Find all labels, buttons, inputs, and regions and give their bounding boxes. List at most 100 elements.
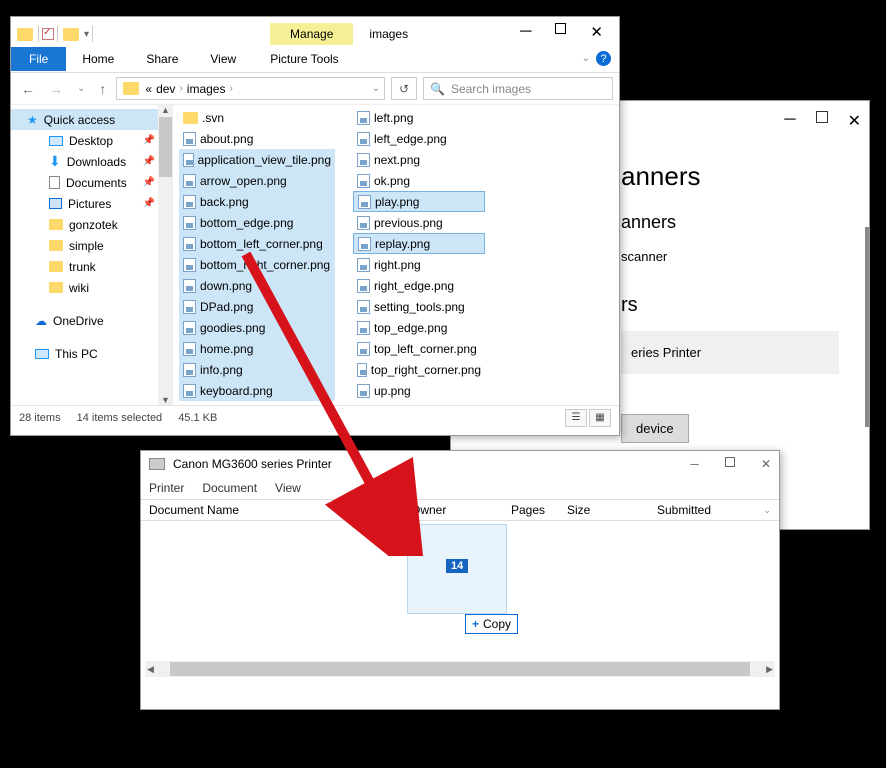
file-item[interactable]: home.png — [179, 338, 335, 359]
file-item[interactable]: right.png — [353, 254, 485, 275]
file-item[interactable]: top_left_corner.png — [353, 338, 485, 359]
tab-manage[interactable]: Manage — [270, 23, 353, 45]
tab-view[interactable]: View — [194, 47, 252, 71]
settings-close-button[interactable]: ✕ — [848, 111, 861, 131]
scrollbar-thumb[interactable] — [170, 662, 750, 676]
file-item[interactable]: up.png — [353, 380, 485, 401]
file-item[interactable]: arrow_open.png — [179, 170, 335, 191]
nav-back-button[interactable]: ← — [17, 79, 39, 99]
file-item[interactable]: bottom_right_corner.png — [179, 254, 335, 275]
sidebar-folder[interactable]: gonzotek — [11, 214, 173, 235]
file-item[interactable]: DPad.png — [179, 296, 335, 317]
scroll-right-icon[interactable]: ▶ — [764, 664, 775, 675]
nav-forward-button[interactable]: → — [45, 79, 67, 99]
breadcrumb-dropdown-icon[interactable]: ⌄ — [372, 83, 380, 94]
file-item[interactable]: about.png — [179, 128, 335, 149]
minimize-button[interactable]: ─ — [520, 23, 531, 41]
col-size[interactable]: Size — [559, 500, 649, 520]
refresh-button[interactable]: ↻ — [391, 77, 417, 100]
search-input[interactable]: 🔍 Search images — [423, 77, 613, 100]
sidebar-folder[interactable]: simple — [11, 235, 173, 256]
queue-horizontal-scrollbar[interactable]: ◀ ▶ — [145, 661, 775, 677]
menu-view[interactable]: View — [275, 481, 301, 495]
settings-printer-item[interactable]: eries Printer — [621, 331, 839, 374]
breadcrumb[interactable]: « dev › images › ⌄ — [116, 77, 385, 100]
file-name: bottom_left_corner.png — [200, 237, 323, 251]
sidebar-folder[interactable]: trunk — [11, 256, 173, 277]
file-item[interactable]: top_edge.png — [353, 317, 485, 338]
file-item[interactable]: bottom_edge.png — [179, 212, 335, 233]
chevron-right-icon[interactable]: › — [179, 83, 182, 94]
view-icons-button[interactable]: ▦ — [589, 409, 611, 427]
col-submitted[interactable]: Submitted⌄ — [649, 500, 779, 520]
file-item[interactable]: previous.png — [353, 212, 485, 233]
nav-up-button[interactable]: ↑ — [95, 79, 110, 99]
scroll-down-icon[interactable]: ▼ — [161, 395, 170, 405]
sidebar-folder[interactable]: wiki — [11, 277, 173, 298]
sidebar-onedrive[interactable]: ☁OneDrive — [11, 310, 173, 331]
file-item[interactable]: bottom_left_corner.png — [179, 233, 335, 254]
breadcrumb-seg-images[interactable]: images — [187, 82, 226, 96]
ribbon-expand-icon[interactable]: ⌄ — [582, 53, 590, 64]
sidebar-documents[interactable]: Documents📌 — [11, 172, 173, 193]
settings-maximize-button[interactable] — [816, 111, 828, 123]
queue-close-button[interactable]: ✕ — [761, 457, 771, 471]
tab-picture-tools[interactable]: Picture Tools — [260, 47, 348, 71]
sidebar-desktop[interactable]: Desktop📌 — [11, 130, 173, 151]
sidebar-pictures[interactable]: Pictures📌 — [11, 193, 173, 214]
file-item[interactable]: info.png — [179, 359, 335, 380]
scroll-up-icon[interactable]: ▲ — [161, 105, 170, 115]
window-title: images — [353, 23, 424, 45]
qat-dropdown-icon[interactable]: ▾ — [84, 29, 89, 40]
settings-scrollbar[interactable] — [865, 227, 869, 427]
col-status[interactable]: St — [339, 500, 403, 520]
file-item[interactable]: top_right_corner.png — [353, 359, 485, 380]
chevron-right-icon[interactable]: › — [229, 83, 232, 94]
col-document-name[interactable]: Document Name — [141, 500, 339, 520]
col-owner[interactable]: Owner — [403, 500, 503, 520]
settings-minimize-button[interactable]: ─ — [784, 111, 795, 131]
file-item[interactable]: left_edge.png — [353, 128, 485, 149]
file-list[interactable]: .svnabout.pngapplication_view_tile.pngar… — [173, 105, 619, 405]
file-item[interactable]: setting_tools.png — [353, 296, 485, 317]
file-item[interactable]: .svn — [179, 107, 335, 128]
file-item[interactable]: down.png — [179, 275, 335, 296]
qat-properties-icon[interactable] — [42, 28, 54, 40]
sidebar-this-pc[interactable]: This PC — [11, 343, 173, 364]
settings-device-button[interactable]: device — [621, 414, 689, 443]
col-pages[interactable]: Pages — [503, 500, 559, 520]
file-item[interactable]: right_edge.png — [353, 275, 485, 296]
breadcrumb-seg-dev[interactable]: dev — [156, 82, 175, 96]
help-icon[interactable]: ? — [596, 51, 611, 66]
file-item[interactable]: back.png — [179, 191, 335, 212]
tab-home[interactable]: Home — [66, 47, 130, 71]
view-details-button[interactable]: ☰ — [565, 409, 587, 427]
file-item[interactable]: play.png — [353, 191, 485, 212]
file-item[interactable]: keyboard.png — [179, 380, 335, 401]
scrollbar-thumb[interactable] — [159, 117, 172, 177]
file-item[interactable]: goodies.png — [179, 317, 335, 338]
breadcrumb-pre[interactable]: « — [145, 82, 152, 96]
queue-minimize-button[interactable]: ─ — [690, 457, 699, 471]
maximize-button[interactable] — [555, 23, 566, 34]
scroll-left-icon[interactable]: ◀ — [145, 664, 156, 675]
sidebar-quick-access[interactable]: ★ Quick access — [11, 109, 173, 130]
explorer-titlebar[interactable]: ▾ Manage images ─ ✕ — [11, 17, 619, 45]
queue-maximize-button[interactable] — [725, 457, 735, 467]
file-item[interactable]: left.png — [353, 107, 485, 128]
close-button[interactable]: ✕ — [590, 23, 603, 41]
menu-printer[interactable]: Printer — [149, 481, 184, 495]
tab-file[interactable]: File — [11, 47, 66, 71]
sidebar-downloads[interactable]: ⬇Downloads📌 — [11, 151, 173, 172]
queue-titlebar[interactable]: Canon MG3600 series Printer ─ ✕ — [141, 451, 779, 477]
tab-share[interactable]: Share — [130, 47, 194, 71]
file-item[interactable]: replay.png — [353, 233, 485, 254]
settings-line[interactable]: scanner — [621, 249, 839, 264]
file-item[interactable]: application_view_tile.png — [179, 149, 335, 170]
file-item[interactable]: ok.png — [353, 170, 485, 191]
menu-document[interactable]: Document — [202, 481, 257, 495]
nav-history-dropdown[interactable]: ⌄ — [73, 81, 89, 96]
qat-newfolder-icon[interactable] — [63, 28, 79, 41]
file-item[interactable]: next.png — [353, 149, 485, 170]
sidebar-scrollbar[interactable]: ▲ ▼ — [158, 105, 173, 405]
